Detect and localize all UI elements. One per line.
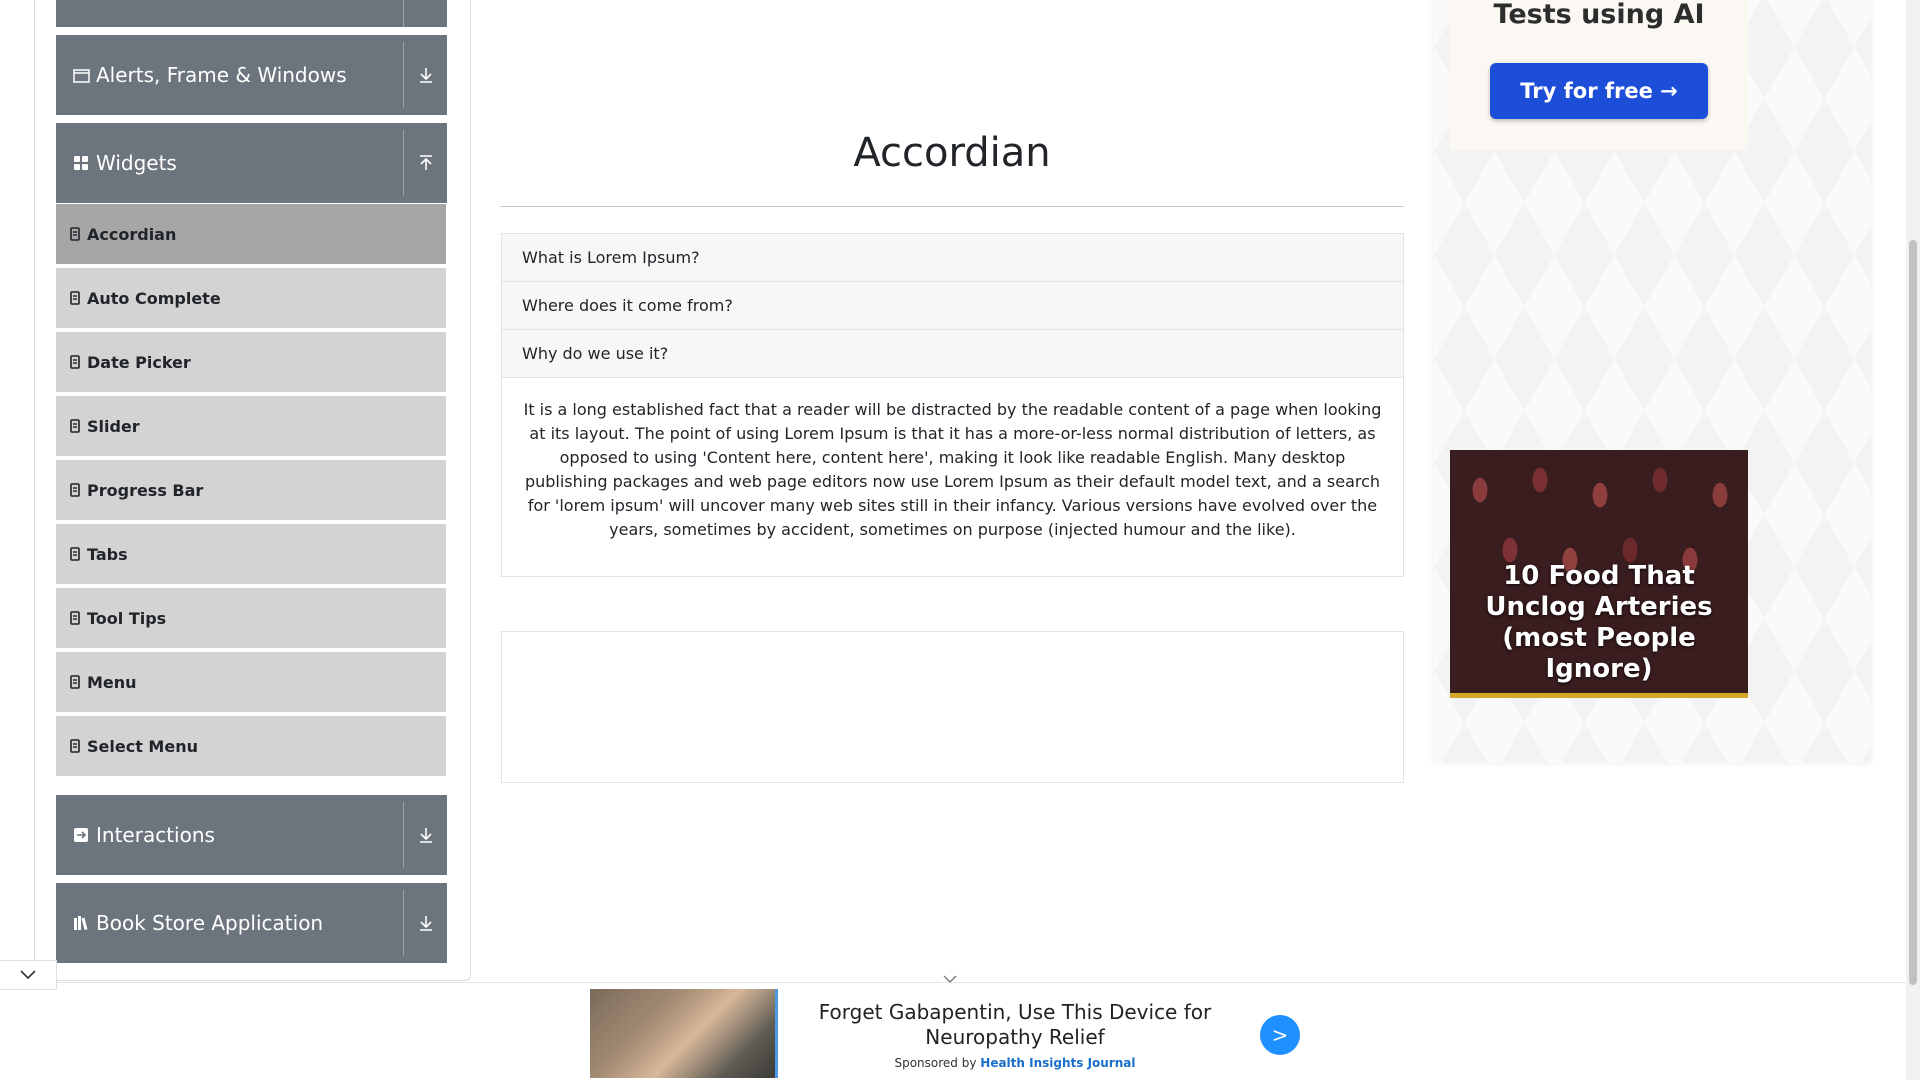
ad-sponsor: Sponsored by Health Insights Journal <box>790 1056 1240 1070</box>
list-icon <box>70 227 80 241</box>
page-title: Accordian <box>853 130 1051 176</box>
sidebar-item-menu[interactable]: Menu <box>56 652 446 714</box>
sidebar-group-label: Widgets <box>96 151 177 175</box>
list-icon <box>70 419 80 433</box>
sidebar-group-interactions[interactable]: Interactions <box>56 795 447 875</box>
sidebar-item-select-menu[interactable]: Select Menu <box>56 716 446 778</box>
sidebar-item-label: Date Picker <box>87 352 191 372</box>
sidebar-item-tool-tips[interactable]: Tool Tips <box>56 588 446 650</box>
window-icon <box>72 66 90 84</box>
sidebar-item-accordian[interactable]: Accordian <box>56 204 446 266</box>
accordion-section-header[interactable]: Where does it come from? <box>501 281 1404 329</box>
sidebar-group-label: Alerts, Frame & Windows <box>96 63 347 87</box>
sidebar-item-label: Select Menu <box>87 736 198 756</box>
scrollbar[interactable] <box>1906 0 1920 1080</box>
sidebar-group-label: Book Store Application <box>96 911 324 935</box>
sidebar-item-label: Tool Tips <box>87 608 167 628</box>
sidebar-group-elements[interactable] <box>56 0 447 27</box>
chevron-down-icon[interactable] <box>940 972 960 986</box>
collapse-ad-button[interactable] <box>0 960 57 990</box>
ad-image[interactable] <box>590 989 778 1078</box>
sidebar-item-slider[interactable]: Slider <box>56 396 446 458</box>
accordion-section-body: It is a long established fact that a rea… <box>501 377 1404 577</box>
accordion-section-header[interactable]: What is Lorem Ipsum? <box>501 233 1404 281</box>
list-icon <box>70 355 80 369</box>
ad-next-button[interactable]: > <box>1260 1015 1300 1055</box>
list-icon <box>70 739 80 753</box>
sidebar-item-progress-bar[interactable]: Progress Bar <box>56 460 446 522</box>
books-icon <box>72 914 90 932</box>
sponsor-prefix: Sponsored by <box>894 1056 977 1070</box>
sidebar-group-alerts[interactable]: Alerts, Frame & Windows <box>56 35 447 115</box>
list-icon <box>70 291 80 305</box>
sidebar-group-widgets[interactable]: Widgets <box>56 123 447 203</box>
expand-icon[interactable] <box>404 795 447 875</box>
sidebar-item-label: Auto Complete <box>87 288 221 308</box>
sidebar-item-label: Slider <box>87 416 140 436</box>
sidebar-item-auto-complete[interactable]: Auto Complete <box>56 268 446 330</box>
expand-icon[interactable] <box>404 0 447 27</box>
food-ad[interactable]: 10 Food That Unclog Arteries (most Peopl… <box>1450 450 1748 698</box>
sidebar-group-book-store[interactable]: Book Store Application <box>56 883 447 963</box>
try-for-free-button[interactable]: Try for free → <box>1490 63 1708 119</box>
title-divider <box>500 206 1404 207</box>
sponsor-brand-link[interactable]: Health Insights Journal <box>980 1056 1135 1070</box>
list-icon <box>70 483 80 497</box>
sidebar-item-label: Menu <box>87 672 137 692</box>
scrollbar-thumb[interactable] <box>1909 240 1917 985</box>
sidebar-item-label: Accordian <box>87 224 177 244</box>
sidebar-group-label: Interactions <box>96 823 215 847</box>
ai-test-ad[interactable]: Tests using AI Try for free → <box>1450 0 1748 150</box>
sidebar-item-tabs[interactable]: Tabs <box>56 524 446 586</box>
list-icon <box>70 611 80 625</box>
sidebar-item-date-picker[interactable]: Date Picker <box>56 332 446 394</box>
ad-placeholder <box>501 631 1404 783</box>
chevron-down-icon <box>20 970 36 980</box>
widgets-icon <box>72 154 90 172</box>
list-icon <box>70 547 80 561</box>
expand-icon[interactable] <box>404 883 447 963</box>
list-icon <box>70 675 80 689</box>
collapse-icon[interactable] <box>404 123 447 203</box>
food-ad-headline: 10 Food That Unclog Arteries (most Peopl… <box>1485 561 1713 684</box>
accordion-section-header[interactable]: Why do we use it? <box>501 329 1404 377</box>
accordion: What is Lorem Ipsum? Where does it come … <box>501 233 1404 577</box>
expand-icon[interactable] <box>404 35 447 115</box>
sidebar-item-label: Tabs <box>87 544 128 564</box>
bottom-ad-headline[interactable]: Forget Gabapentin, Use This Device for N… <box>790 1000 1240 1050</box>
sidebar-item-label: Progress Bar <box>87 480 204 500</box>
ad-headline: Tests using AI <box>1493 0 1705 30</box>
interactions-icon <box>72 826 90 844</box>
